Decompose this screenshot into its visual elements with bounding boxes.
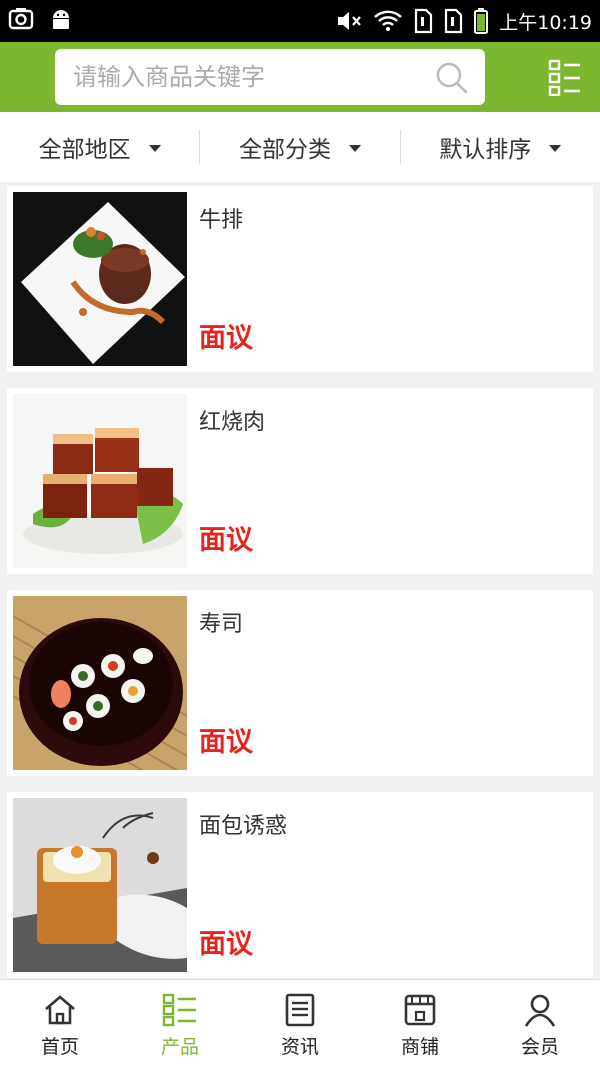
category-menu-icon[interactable] [548,58,582,96]
product-price: 面议 [199,525,253,556]
filter-bar: 全部地区 全部分类 默认排序 [0,112,600,182]
nav-member[interactable]: 会员 [480,980,600,1067]
product-price: 面议 [199,929,253,960]
filter-region-label: 全部地区 [38,137,131,163]
nav-home[interactable]: 首页 [0,980,120,1067]
product-name: 寿司 [199,612,244,637]
nav-products-label: 产品 [160,1036,199,1058]
news-icon [285,993,315,1027]
product-item-braised-pork[interactable]: 红烧肉 面议 [7,388,593,574]
product-price: 面议 [199,323,253,354]
caret-down-icon [549,144,562,152]
shop-icon [404,994,436,1026]
wifi-icon [374,10,403,31]
status-bar: 上午10:19 [0,0,600,42]
nav-shops-label: 商铺 [400,1036,439,1058]
home-icon [45,995,75,1025]
product-list: 牛排 面议 红烧肉 面议 寿司 面议 面包诱惑 面议 [7,186,593,994]
filter-sort[interactable]: 默认排序 [401,112,600,182]
search-icon[interactable] [435,61,469,95]
nav-news[interactable]: 资讯 [240,980,360,1067]
caret-down-icon [348,144,361,152]
user-icon [524,994,556,1027]
bread-image [13,798,187,972]
steak-image [13,192,187,366]
product-item-steak[interactable]: 牛排 面议 [7,186,593,372]
product-item-sushi[interactable]: 寿司 面议 [7,590,593,776]
nav-home-label: 首页 [40,1036,79,1058]
filter-sort-label: 默认排序 [439,137,532,163]
status-time: 上午10:19 [499,11,592,34]
product-price: 面议 [199,727,253,758]
filter-region[interactable]: 全部地区 [0,112,199,182]
nav-news-label: 资讯 [280,1036,319,1058]
header-bar [0,42,600,112]
product-name: 牛排 [199,208,244,233]
status-left [8,6,74,32]
product-name: 红烧肉 [199,410,266,435]
product-item-bread-temptation[interactable]: 面包诱惑 面议 [7,792,593,978]
product-name: 面包诱惑 [199,814,288,839]
sim1-icon [415,8,433,34]
mute-icon [338,12,362,30]
sushi-image [13,596,187,770]
battery-icon [474,8,489,34]
nav-products[interactable]: 产品 [120,980,240,1067]
braised-pork-image [13,394,187,568]
android-icon [53,10,69,29]
grid-list-icon [162,993,196,1027]
screenshot-icon [8,8,34,30]
search-box[interactable] [55,49,485,105]
caret-down-icon [148,144,161,152]
sim2-icon [445,8,463,34]
status-right: 上午10:19 [335,6,592,36]
nav-member-label: 会员 [520,1036,559,1058]
filter-category-label: 全部分类 [238,137,331,163]
filter-category[interactable]: 全部分类 [200,112,399,182]
bottom-nav: 首页 产品 资讯 商铺 会员 [0,979,600,1067]
nav-shops[interactable]: 商铺 [360,980,480,1067]
search-input[interactable] [55,49,425,105]
